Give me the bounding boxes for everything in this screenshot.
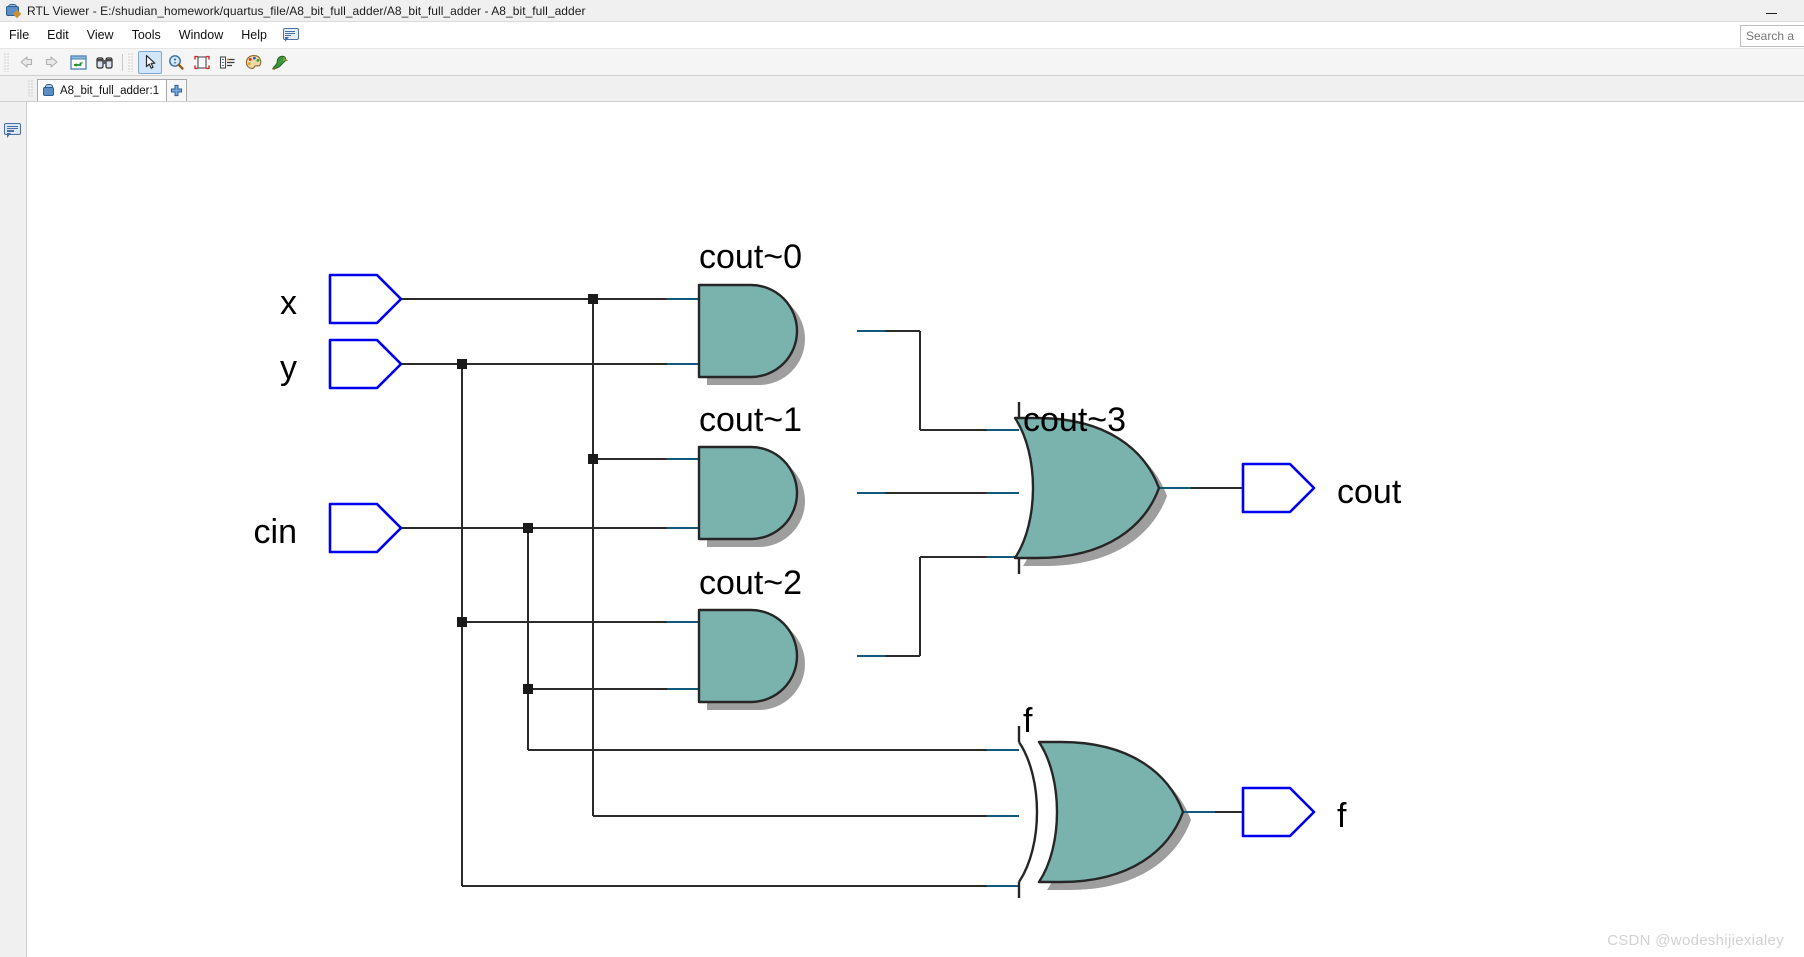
select-tool-button[interactable] <box>138 50 162 74</box>
label-gate-f: f <box>1023 702 1033 740</box>
toolbar-grip-1[interactable] <box>4 52 9 72</box>
junction-x-2 <box>588 454 598 464</box>
input-port-cin <box>328 502 403 554</box>
message-panel-icon[interactable] <box>4 122 22 138</box>
xor-gate-back-arc <box>1018 741 1039 883</box>
junction-y-2 <box>457 617 467 627</box>
window-title: RTL Viewer - E:/shudian_homework/quartus… <box>27 3 586 18</box>
label-gate-cout1: cout~1 <box>699 401 802 439</box>
schematic-drawing: x y cin cout f cout~0 cout~1 cout~2 cout… <box>254 238 1402 898</box>
output-port-cout <box>1241 462 1316 514</box>
menu-item-file[interactable]: File <box>0 25 38 45</box>
and-gate-cout0 <box>697 283 799 379</box>
refresh-icon <box>69 54 87 70</box>
label-output-cout: cout <box>1337 473 1402 511</box>
label-gate-cout3: cout~3 <box>1023 401 1126 439</box>
hierarchy-button[interactable] <box>216 51 240 74</box>
junction-y-1 <box>457 359 467 369</box>
menu-item-view[interactable]: View <box>78 25 123 45</box>
zoom-tool-button[interactable] <box>164 51 188 74</box>
color-button[interactable] <box>242 51 266 74</box>
fit-page-button[interactable] <box>190 51 214 74</box>
toolbar <box>0 49 1804 76</box>
plus-icon <box>171 84 183 97</box>
find-button[interactable] <box>92 51 116 74</box>
schematic-labels: x y cin cout f cout~0 cout~1 cout~2 cout… <box>254 238 1402 835</box>
junction-x-1 <box>588 294 598 304</box>
tab-bar: A8_bit_full_adder:1 <box>0 76 1804 102</box>
schematic-tab-icon <box>42 84 56 97</box>
forward-button[interactable] <box>40 51 64 74</box>
left-rail <box>0 102 27 957</box>
hierarchy-list-icon <box>219 55 235 69</box>
label-output-f: f <box>1337 797 1347 835</box>
menu-item-window[interactable]: Window <box>170 25 232 45</box>
and-gate-cout2 <box>697 608 799 704</box>
minimize-button[interactable] <box>1758 0 1784 22</box>
menubar: File Edit View Tools Window Help <box>0 22 1804 49</box>
menu-item-tools[interactable]: Tools <box>123 25 170 45</box>
magnifier-plusminus-icon <box>169 54 184 70</box>
arrow-back-icon <box>20 56 33 68</box>
toolbar-grip-2[interactable] <box>128 52 133 72</box>
search-input[interactable] <box>1741 26 1804 46</box>
schematic-canvas[interactable]: x y cin cout f cout~0 cout~1 cout~2 cout… <box>27 102 1804 957</box>
add-tab-button[interactable] <box>167 79 188 101</box>
csdn-watermark: CSDN @wodeshijiexialey <box>1607 932 1784 949</box>
message-note-icon[interactable] <box>282 27 300 43</box>
search-box[interactable] <box>1740 25 1804 47</box>
label-input-x: x <box>280 284 297 322</box>
input-port-y <box>328 338 403 390</box>
refresh-button[interactable] <box>66 51 90 74</box>
label-gate-cout2: cout~2 <box>699 564 802 602</box>
fit-to-page-icon <box>194 55 210 69</box>
tabbar-grip[interactable] <box>28 80 33 98</box>
io-ports <box>328 273 1316 838</box>
label-input-cin: cin <box>254 513 297 551</box>
label-input-y: y <box>280 349 297 387</box>
work-area: x y cin cout f cout~0 cout~1 cout~2 cout… <box>0 102 1804 957</box>
and-gate-cout1 <box>697 445 799 541</box>
output-port-f <box>1241 786 1316 838</box>
junction-cin-1 <box>523 523 533 533</box>
palette-icon <box>245 54 262 69</box>
window-titlebar: RTL Viewer - E:/shudian_homework/quartus… <box>0 0 1804 22</box>
toolbar-separator <box>122 53 123 71</box>
menu-item-edit[interactable]: Edit <box>38 25 78 45</box>
parrot-icon <box>271 55 289 70</box>
tab-label: A8_bit_full_adder:1 <box>60 84 160 97</box>
menu-item-help[interactable]: Help <box>232 25 276 45</box>
back-button[interactable] <box>14 51 38 74</box>
label-gate-cout0: cout~0 <box>699 238 802 276</box>
tab-a8-bit-full-adder[interactable]: A8_bit_full_adder:1 <box>37 79 168 101</box>
arrow-forward-icon <box>45 56 58 68</box>
rtl-viewer-icon <box>5 3 22 19</box>
input-port-x <box>328 273 403 325</box>
binoculars-icon <box>95 56 113 69</box>
cursor-arrow-icon <box>145 55 155 69</box>
junction-cin-2 <box>523 684 533 694</box>
probe-button[interactable] <box>268 51 292 74</box>
